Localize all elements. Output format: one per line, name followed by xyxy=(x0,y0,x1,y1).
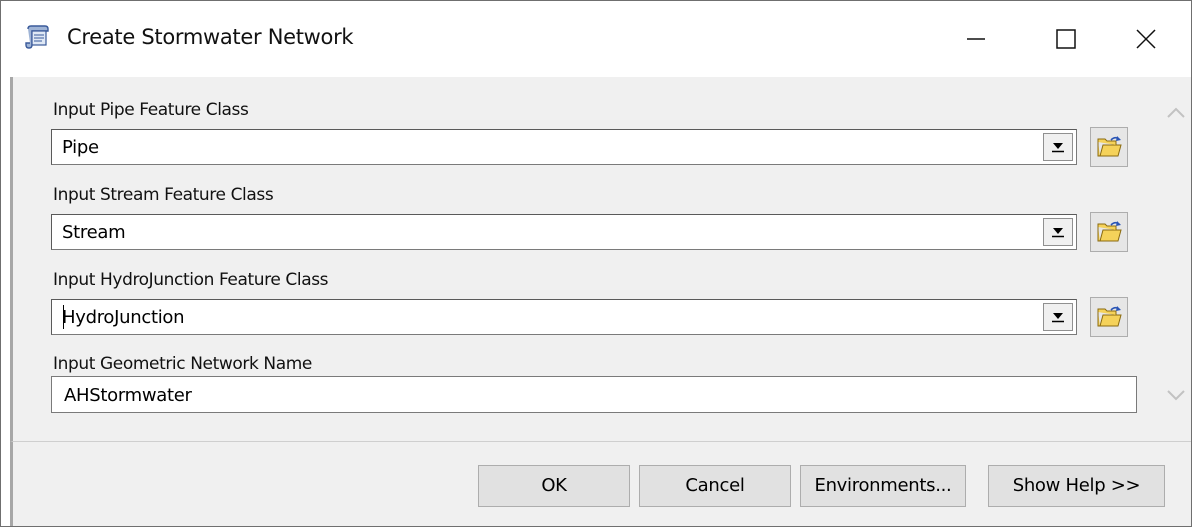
close-icon xyxy=(1136,29,1156,49)
stream-feature-class-combobox[interactable]: Stream xyxy=(51,214,1077,250)
ok-button[interactable]: OK xyxy=(478,465,630,507)
vertical-scrollbar[interactable] xyxy=(1157,77,1191,441)
combo-value: Stream xyxy=(62,222,126,243)
combo-value: HydroJunction xyxy=(62,307,185,328)
network-name-value: AHStormwater xyxy=(64,385,192,406)
chevron-up-icon[interactable] xyxy=(1165,105,1187,121)
dialog-footer: OK Cancel Environments... Show Help >> xyxy=(10,441,1191,526)
hydrojunction-feature-class-combobox[interactable]: HydroJunction xyxy=(51,299,1077,335)
stream-feature-class-label: Input Stream Feature Class xyxy=(53,185,274,205)
parameters-panel: Input Pipe Feature Class Pipe Input Stre… xyxy=(10,77,1191,441)
dialog-window: Create Stormwater Network Input Pipe Fea… xyxy=(0,0,1192,527)
maximize-button[interactable] xyxy=(1021,1,1111,77)
dropdown-button[interactable] xyxy=(1043,303,1073,331)
pipe-feature-class-label: Input Pipe Feature Class xyxy=(53,100,249,120)
browse-pipe-button[interactable] xyxy=(1090,127,1128,167)
hydrojunction-feature-class-label: Input HydroJunction Feature Class xyxy=(53,270,329,290)
minimize-icon xyxy=(967,38,985,40)
show-help-button[interactable]: Show Help >> xyxy=(988,465,1165,507)
chevron-down-icon[interactable] xyxy=(1165,387,1187,403)
close-button[interactable] xyxy=(1101,1,1191,77)
network-name-input[interactable]: AHStormwater xyxy=(51,376,1137,413)
open-folder-icon xyxy=(1097,221,1122,242)
chevron-down-icon xyxy=(1052,143,1064,153)
open-folder-icon xyxy=(1097,136,1122,157)
environments-button[interactable]: Environments... xyxy=(800,465,966,507)
script-tool-icon xyxy=(23,23,51,51)
cancel-button[interactable]: Cancel xyxy=(639,465,791,507)
network-name-label: Input Geometric Network Name xyxy=(53,354,312,374)
chevron-down-icon xyxy=(1052,313,1064,323)
combo-value: Pipe xyxy=(62,137,99,158)
minimize-button[interactable] xyxy=(931,1,1021,77)
dropdown-button[interactable] xyxy=(1043,133,1073,161)
browse-stream-button[interactable] xyxy=(1090,212,1128,252)
window-title: Create Stormwater Network xyxy=(67,25,354,49)
open-folder-icon xyxy=(1097,306,1122,327)
pipe-feature-class-combobox[interactable]: Pipe xyxy=(51,129,1077,165)
chevron-down-icon xyxy=(1052,228,1064,238)
title-bar[interactable]: Create Stormwater Network xyxy=(1,1,1191,77)
maximize-icon xyxy=(1056,29,1076,49)
browse-hydrojunction-button[interactable] xyxy=(1090,297,1128,337)
dropdown-button[interactable] xyxy=(1043,218,1073,246)
